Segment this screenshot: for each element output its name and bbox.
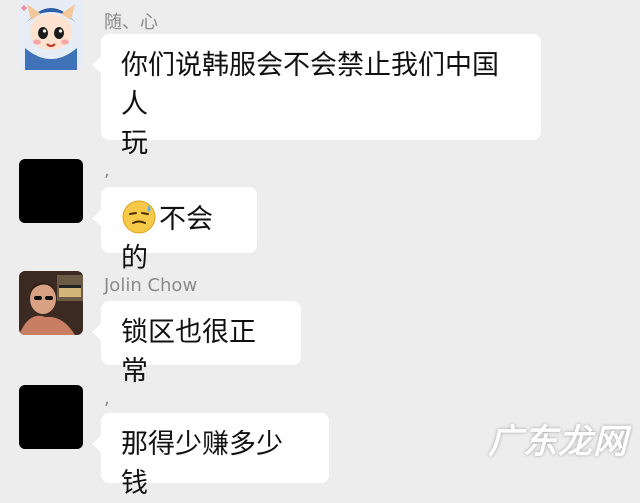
message-text-line: 玩	[121, 128, 148, 159]
photo-avatar-icon	[19, 271, 83, 335]
watermark: 广东龙网	[488, 422, 628, 462]
message-bubble[interactable]: 那得少赚多少钱	[92, 413, 329, 499]
avatar-black[interactable]	[19, 385, 83, 449]
sender-name: ,	[104, 160, 110, 181]
avatar-sui-xin[interactable]	[19, 0, 83, 70]
message-bubble[interactable]: 你们说韩服会不会禁止我们中国人 玩	[92, 34, 541, 159]
message-text: 那得少赚多少钱	[121, 429, 283, 499]
message-text: 锁区也很正常	[121, 317, 256, 387]
sweat-smile-emoji-icon	[122, 200, 156, 234]
cartoon-boy-avatar-icon	[19, 0, 83, 70]
sender-name: ,	[104, 388, 110, 409]
avatar-black[interactable]	[19, 159, 83, 223]
message-bubble[interactable]: 锁区也很正常	[92, 301, 301, 387]
avatar-jolin-chow[interactable]	[19, 271, 83, 335]
message-text-line: 你们说韩服会不会禁止我们中国人	[121, 50, 499, 120]
message-bubble[interactable]: 不会的	[92, 187, 257, 274]
sender-name: 随、心	[104, 12, 158, 33]
sender-name: Jolin Chow	[104, 275, 198, 296]
